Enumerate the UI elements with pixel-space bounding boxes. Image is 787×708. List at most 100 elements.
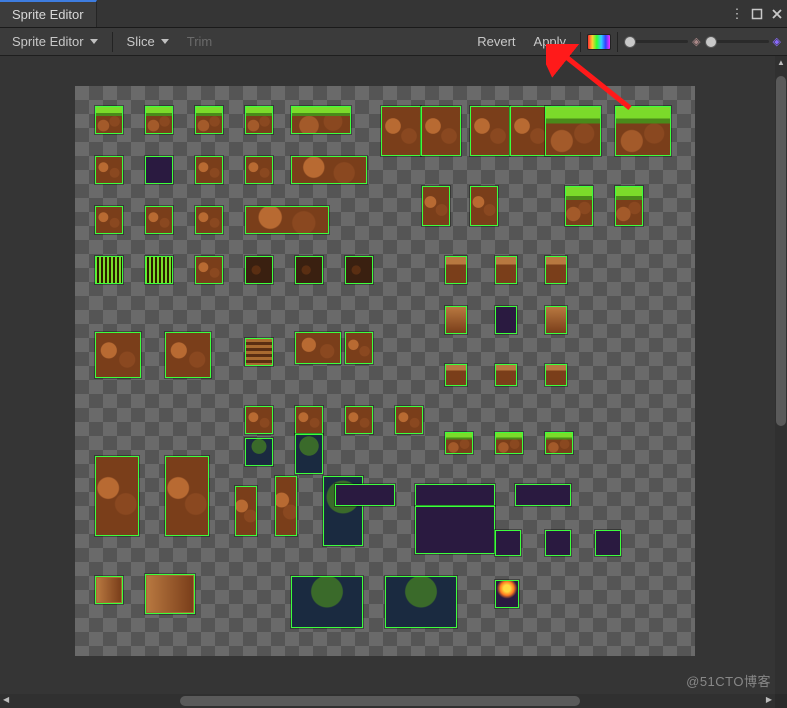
slice-rect[interactable] bbox=[95, 156, 123, 184]
slice-rect[interactable] bbox=[345, 256, 373, 284]
slice-rect[interactable] bbox=[495, 364, 517, 386]
slice-rect[interactable] bbox=[495, 432, 523, 454]
trim-label: Trim bbox=[187, 34, 213, 49]
slice-rect[interactable] bbox=[495, 306, 517, 334]
slice-rect[interactable] bbox=[415, 506, 495, 554]
sprite-editor-mode-dropdown[interactable]: Sprite Editor bbox=[4, 31, 106, 52]
slice-rect[interactable] bbox=[195, 206, 223, 234]
vertical-scrollbar[interactable] bbox=[775, 56, 787, 694]
slice-rect[interactable] bbox=[545, 106, 601, 156]
slice-dropdown[interactable]: Slice bbox=[119, 31, 177, 52]
slice-rect[interactable] bbox=[145, 156, 173, 184]
kebab-menu-icon[interactable]: ⋮ bbox=[727, 0, 747, 27]
slice-rect[interactable] bbox=[495, 580, 519, 608]
slice-rect[interactable] bbox=[445, 256, 467, 284]
alpha-slider[interactable] bbox=[624, 34, 688, 50]
mode-label: Sprite Editor bbox=[12, 34, 84, 49]
slice-rect[interactable] bbox=[95, 576, 123, 604]
slice-rect[interactable] bbox=[145, 574, 195, 614]
tab-sprite-editor[interactable]: Sprite Editor bbox=[0, 0, 97, 27]
slice-rect[interactable] bbox=[381, 106, 421, 156]
slice-rect[interactable] bbox=[291, 156, 367, 184]
slice-rect[interactable] bbox=[395, 406, 423, 434]
slice-rect[interactable] bbox=[291, 576, 363, 628]
horizontal-scrollbar-thumb[interactable] bbox=[180, 696, 580, 706]
slice-rect[interactable] bbox=[470, 186, 498, 226]
canvas-viewport[interactable] bbox=[0, 56, 787, 694]
slice-rect[interactable] bbox=[445, 432, 473, 454]
slice-rect[interactable] bbox=[235, 486, 257, 536]
slice-rect[interactable] bbox=[245, 206, 329, 234]
slice-rect[interactable] bbox=[95, 256, 123, 284]
slice-rect[interactable] bbox=[510, 106, 550, 156]
slice-rect[interactable] bbox=[95, 106, 123, 134]
apply-button[interactable]: Apply bbox=[526, 31, 575, 52]
slice-rect[interactable] bbox=[295, 332, 341, 364]
slice-rect[interactable] bbox=[470, 106, 510, 156]
slice-rect[interactable] bbox=[275, 476, 297, 536]
slice-label: Slice bbox=[127, 34, 155, 49]
maximize-icon[interactable] bbox=[747, 0, 767, 27]
slice-rect[interactable] bbox=[195, 156, 223, 184]
slice-rect[interactable] bbox=[495, 530, 521, 556]
mip-slider[interactable] bbox=[705, 34, 769, 50]
slice-rect[interactable] bbox=[165, 332, 211, 378]
slice-rect[interactable] bbox=[415, 484, 495, 506]
sprite-canvas[interactable] bbox=[75, 86, 695, 656]
slice-rect[interactable] bbox=[145, 206, 173, 234]
slice-rect[interactable] bbox=[545, 364, 567, 386]
slice-rect[interactable] bbox=[245, 438, 273, 466]
tab-bar-spacer bbox=[97, 0, 727, 27]
slider-thumb[interactable] bbox=[705, 36, 717, 48]
close-icon[interactable] bbox=[767, 0, 787, 27]
apply-label: Apply bbox=[534, 34, 567, 49]
slice-rect[interactable] bbox=[295, 256, 323, 284]
slider-thumb[interactable] bbox=[624, 36, 636, 48]
slice-rect[interactable] bbox=[445, 306, 467, 334]
slice-rect[interactable] bbox=[95, 456, 139, 536]
slice-rect[interactable] bbox=[495, 256, 517, 284]
slice-rect[interactable] bbox=[545, 432, 573, 454]
divider bbox=[112, 32, 113, 52]
slice-rect[interactable] bbox=[95, 206, 123, 234]
slice-rect[interactable] bbox=[245, 406, 273, 434]
slice-rect[interactable] bbox=[295, 434, 323, 474]
slice-rect[interactable] bbox=[545, 256, 567, 284]
slice-rect[interactable] bbox=[245, 156, 273, 184]
slice-rect[interactable] bbox=[345, 406, 373, 434]
slice-rect[interactable] bbox=[95, 332, 141, 378]
slice-rect[interactable] bbox=[545, 306, 567, 334]
rgb-toggle-button[interactable] bbox=[587, 34, 611, 50]
slice-rect[interactable] bbox=[245, 106, 273, 134]
slice-rect[interactable] bbox=[615, 106, 671, 156]
mip-icon: ◈ bbox=[690, 35, 702, 48]
toolbar: Sprite Editor Slice Trim Revert Apply ◈ … bbox=[0, 28, 787, 56]
slice-rect[interactable] bbox=[515, 484, 571, 506]
slice-rect[interactable] bbox=[165, 456, 209, 536]
slice-rect[interactable] bbox=[445, 364, 467, 386]
slice-rect[interactable] bbox=[291, 106, 351, 134]
slice-rect[interactable] bbox=[422, 186, 450, 226]
horizontal-scrollbar[interactable] bbox=[0, 694, 775, 708]
slice-rect[interactable] bbox=[565, 186, 593, 226]
slice-rect[interactable] bbox=[145, 256, 173, 284]
slice-rect[interactable] bbox=[195, 256, 223, 284]
divider bbox=[617, 32, 618, 52]
slice-rect[interactable] bbox=[245, 338, 273, 366]
mip-end-icon: ◈ bbox=[771, 35, 783, 48]
tab-bar: Sprite Editor ⋮ bbox=[0, 0, 787, 28]
vertical-scrollbar-thumb[interactable] bbox=[776, 76, 786, 426]
slice-rect[interactable] bbox=[345, 332, 373, 364]
slice-rect[interactable] bbox=[385, 576, 457, 628]
slice-rect[interactable] bbox=[421, 106, 461, 156]
slice-rect[interactable] bbox=[195, 106, 223, 134]
slice-rect[interactable] bbox=[295, 406, 323, 434]
revert-button[interactable]: Revert bbox=[469, 31, 523, 52]
slice-rect[interactable] bbox=[545, 530, 571, 556]
slice-rect[interactable] bbox=[595, 530, 621, 556]
slice-rect[interactable] bbox=[615, 186, 643, 226]
slice-rect[interactable] bbox=[335, 484, 395, 506]
divider bbox=[580, 32, 581, 52]
slice-rect[interactable] bbox=[245, 256, 273, 284]
slice-rect[interactable] bbox=[145, 106, 173, 134]
